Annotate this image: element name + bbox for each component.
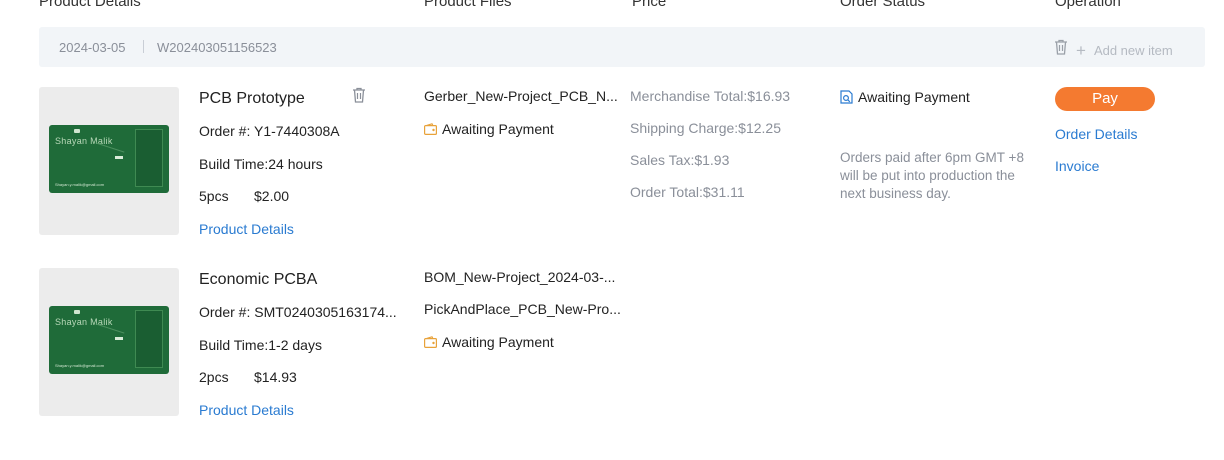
invoice-link[interactable]: Invoice [1055, 158, 1099, 174]
pcb-silkscreen-email: Shayan.y.malik@gmail.com [55, 363, 105, 368]
order-status-label: Awaiting Payment [858, 89, 970, 105]
add-new-item-button[interactable]: + Add new item [1076, 40, 1173, 60]
build-time: Build Time:24 hours [199, 156, 323, 172]
order-number-line: Order #: Y1-7440308A [199, 123, 340, 139]
product-title: PCB Prototype [199, 90, 305, 107]
product-details-link[interactable]: Product Details [199, 221, 294, 237]
production-note: Orders paid after 6pm GMT +8 will be put… [840, 150, 1024, 201]
pcb-image: Shayan Malik Shayan.y.malik@gmail.com [49, 125, 169, 193]
merchandise-total: Merchandise Total:$16.93 [630, 88, 791, 104]
add-new-item-label: Add new item [1093, 43, 1173, 58]
order-details-link[interactable]: Order Details [1055, 126, 1137, 142]
unit-price: $14.93 [254, 369, 297, 385]
file-link[interactable]: Gerber_New-Project_PCB_N... [424, 88, 624, 104]
pay-button[interactable]: Pay [1055, 87, 1155, 111]
order-date: 2024-03-05 [59, 40, 126, 55]
delete-order-icon[interactable] [1054, 39, 1068, 55]
product-thumbnail[interactable]: Shayan Malik Shayan.y.malik@gmail.com [39, 268, 179, 416]
pcb-silkscreen-email: Shayan.y.malik@gmail.com [55, 182, 105, 187]
pcb-image: Shayan Malik Shayan.y.malik@gmail.com [49, 306, 169, 374]
unit-price: $2.00 [254, 188, 290, 204]
order-number: W202403051156523 [157, 40, 277, 55]
shipping-charge: Shipping Charge:$12.25 [630, 120, 782, 136]
order-number-line: Order #: SMT0240305163174... [199, 304, 397, 320]
sales-tax: Sales Tax:$1.93 [630, 152, 730, 168]
build-time: Build Time:1-2 days [199, 337, 322, 353]
file-status-label: Awaiting Payment [442, 334, 554, 350]
table-header: Product Details Product Files Price Orde… [0, 0, 1224, 13]
wallet-icon [424, 336, 437, 348]
divider [143, 40, 144, 53]
quantity: 5pcs [199, 188, 229, 204]
col-operation: Operation [1055, 0, 1121, 10]
quantity: 2pcs [199, 369, 229, 385]
delete-item-icon[interactable] [352, 87, 366, 103]
product-details-link[interactable]: Product Details [199, 402, 294, 418]
product-title: Economic PCBA [199, 271, 318, 288]
order-header-bar: 2024-03-05 W202403051156523 + Add new ite… [39, 27, 1205, 67]
order-total: Order Total:$31.11 [630, 184, 745, 200]
file-status-label: Awaiting Payment [442, 121, 554, 137]
document-search-icon [840, 90, 853, 104]
product-thumbnail[interactable]: Shayan Malik Shayan.y.malik@gmail.com [39, 87, 179, 235]
file-status: Awaiting Payment [424, 334, 554, 350]
pcb-logo [74, 129, 80, 133]
pcb-logo [74, 310, 80, 314]
order-status: Awaiting Payment [840, 89, 970, 105]
file-link[interactable]: BOM_New-Project_2024-03-... [424, 269, 624, 285]
plus-icon: + [1076, 41, 1086, 60]
col-product-details: Product Details [39, 0, 141, 10]
file-link[interactable]: PickAndPlace_PCB_New-Pro... [424, 301, 624, 317]
col-order-status: Order Status [840, 0, 926, 10]
file-status: Awaiting Payment [424, 121, 554, 137]
wallet-icon [424, 123, 437, 135]
col-product-files: Product Files [424, 0, 512, 10]
col-price: Price [632, 0, 667, 10]
